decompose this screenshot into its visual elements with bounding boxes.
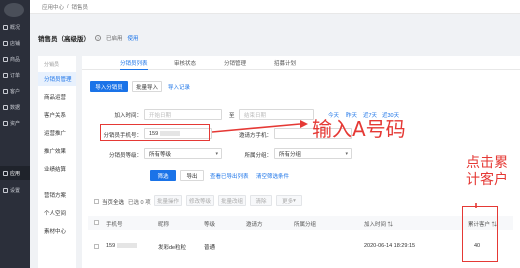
home-icon [3, 24, 8, 30]
batch-ops-button[interactable]: 批量操作 [154, 195, 182, 206]
annotation-box-phone [100, 124, 210, 141]
nav-item-customer[interactable]: 客户 [0, 84, 30, 98]
select-all-checkbox[interactable] [94, 199, 99, 204]
nav-item-shop[interactable]: 店铺 [0, 36, 30, 50]
chart-icon [3, 104, 8, 110]
modify-level-button[interactable]: 修改等级 [186, 195, 214, 206]
cell-level: 普通 [204, 245, 216, 251]
chevron-down-icon: ▾ [293, 197, 296, 204]
goods-icon [3, 56, 8, 62]
page-header: 销售员（高级版） ? 已启用 使用 [38, 28, 139, 48]
sort-icon: ⇅ [386, 222, 394, 228]
tab-review[interactable]: 审核状态 [174, 56, 196, 70]
column-level: 等级 [204, 222, 216, 228]
sidebar-item-promotion[interactable]: 运营推广 [38, 126, 76, 140]
column-join-time[interactable]: 加入时间 ⇅ [364, 220, 393, 228]
breadcrumb: 应用中心 / 销售员 [30, 0, 520, 14]
nav-item-overview[interactable]: 概况 [0, 20, 30, 34]
nav-item-data[interactable]: 数据 [0, 100, 30, 114]
row-checkbox[interactable] [94, 244, 99, 249]
sidebar-item-personal[interactable]: 个人空间 [38, 206, 76, 220]
apps-icon [3, 170, 8, 176]
secondary-sidebar: 分销员 分销员管理 商品运营 客户关系 运营推广 推广效果 业绩结算 营销方案 … [38, 56, 76, 268]
cell-join-time: 2020-06-14 18:29:15 [364, 243, 416, 249]
main-panel: 分销员列表 审核状态 分销管理 招募计划 导入分销员 批量导入 导入记录 加入时… [82, 56, 520, 268]
order-icon [3, 72, 8, 78]
clear-button[interactable]: 清除 [250, 195, 272, 206]
modify-group-button[interactable]: 批量改组 [218, 195, 246, 206]
status-text: 已启用 [106, 36, 123, 42]
usage-link[interactable]: 使用 [128, 34, 139, 42]
date-range-separator: 至 [229, 113, 235, 119]
level-label: 分销员等级： [108, 153, 142, 159]
redacted-digits [117, 243, 138, 249]
tab-recruit[interactable]: 招募计划 [274, 56, 296, 70]
nav-item-settings[interactable]: 设置 [0, 183, 30, 197]
group-label: 所属分组： [244, 153, 272, 159]
nav-item-apps[interactable]: 应用 [0, 166, 30, 180]
wallet-icon [3, 120, 8, 126]
annotation-input-hint: 输入A号码 [312, 117, 406, 141]
group-select[interactable]: 所有分组 [274, 148, 352, 159]
tab-manage[interactable]: 分销管理 [224, 56, 246, 70]
sidebar-item-effect[interactable]: 推广效果 [38, 144, 76, 158]
import-distributor-button[interactable]: 导入分销员 [90, 81, 128, 92]
filter-button[interactable]: 筛选 [150, 170, 176, 181]
export-button[interactable]: 导出 [180, 170, 204, 181]
sidebar-item-distributor-manage[interactable]: 分销员管理 [38, 72, 76, 86]
cell-phone: 159 [106, 243, 138, 249]
help-icon[interactable]: ? [95, 35, 101, 41]
sidebar-item-goods-ops[interactable]: 商品运营 [38, 90, 76, 104]
sidebar-item-settlement[interactable]: 业绩结算 [38, 162, 76, 176]
main-nav: 概况 店铺 商品 订单 客户 数据 资产 应用 设置 [0, 0, 30, 268]
sidebar-item-materials[interactable]: 素材中心 [38, 224, 76, 238]
breadcrumb-separator: / [67, 3, 69, 10]
shop-icon [3, 40, 8, 46]
cell-nickname: 发彩de粒粒 [158, 245, 187, 251]
join-time-label: 加入时间： [114, 113, 142, 119]
level-select[interactable]: 所有等级 [144, 148, 222, 159]
sidebar-item-customer-relation[interactable]: 客户关系 [38, 108, 76, 122]
start-date-input[interactable]: 开始日期 [144, 109, 222, 120]
nav-item-assets[interactable]: 资产 [0, 116, 30, 130]
selected-count: 已选 0 项 [128, 200, 151, 206]
tab-distributor-list[interactable]: 分销员列表 [120, 56, 148, 70]
batch-import-button[interactable]: 批量导入 [132, 81, 162, 92]
import-record-link[interactable]: 导入记录 [168, 83, 190, 91]
page-title: 销售员（高级版） [38, 36, 90, 43]
nav-item-order[interactable]: 订单 [0, 68, 30, 82]
clear-filter-link[interactable]: 清空筛选条件 [256, 172, 289, 180]
inviter-label: 邀请方手机： [238, 133, 272, 139]
more-button[interactable]: 更多 ▾ [276, 195, 302, 206]
select-all-label: 当页全选 [102, 200, 125, 206]
column-inviter: 邀请方 [246, 222, 263, 228]
breadcrumb-current: 销售员 [71, 4, 89, 11]
column-group: 所属分组 [294, 222, 317, 228]
sidebar-group-label: 分销员 [44, 62, 60, 68]
annotation-click-hint: 点击累计客户 [466, 155, 508, 188]
sidebar-item-marketing[interactable]: 营销方案 [38, 188, 76, 202]
header-checkbox[interactable] [94, 220, 99, 225]
breadcrumb-parent[interactable]: 应用中心 [42, 3, 64, 11]
shop-logo[interactable] [4, 3, 24, 17]
view-export-link[interactable]: 查看已导出列表 [210, 172, 249, 180]
tab-bar: 分销员列表 审核状态 分销管理 招募计划 [82, 56, 520, 70]
end-date-input[interactable]: 结束日期 [239, 109, 314, 120]
nav-item-goods[interactable]: 商品 [0, 52, 30, 66]
gear-icon [3, 187, 8, 193]
annotation-box-customers [462, 206, 498, 262]
column-nickname: 昵称 [158, 222, 170, 228]
column-phone: 手机号 [106, 222, 123, 228]
user-icon [3, 88, 8, 94]
